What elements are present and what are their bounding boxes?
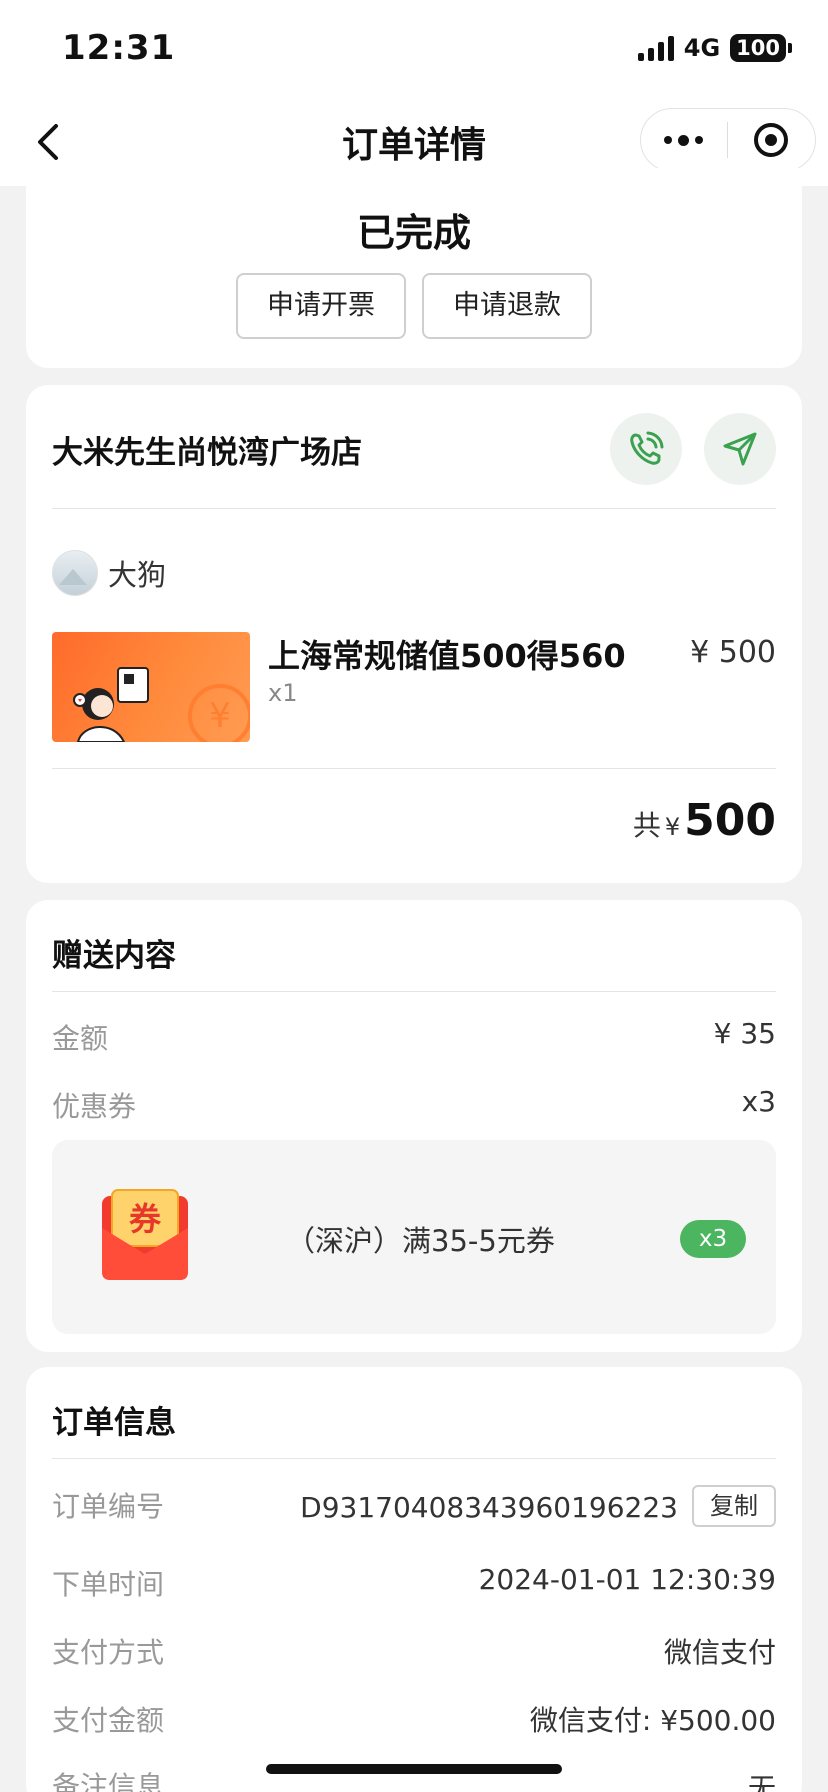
signal-icon (637, 35, 674, 61)
navigation-arrow-icon (723, 432, 757, 466)
avatar (52, 550, 98, 596)
order-total: 共 ¥ 500 (633, 795, 776, 846)
order-status-card: 已完成 申请开票 申请退款 (26, 168, 802, 368)
order-info-title: 订单信息 (52, 1405, 176, 1441)
total-amount: 500 (684, 795, 776, 846)
status-bar: 12:31 4G 100 (0, 0, 828, 98)
product-title: 上海常规储值500得560 (268, 637, 626, 675)
coupon-quantity-badge: x3 (680, 1220, 746, 1258)
user-row: 大狗 (52, 550, 166, 596)
gift-section-title: 赠送内容 (52, 938, 176, 974)
mini-program-capsule (640, 108, 816, 172)
product-image: ¥ (52, 632, 250, 742)
gift-amount-value: ¥ 35 (713, 1017, 776, 1050)
remark-label: 备注信息 (52, 1770, 165, 1792)
order-time-value: 2024-01-01 12:30:39 (478, 1563, 776, 1596)
divider (52, 508, 776, 509)
coupon-icon-text: 券 (129, 1200, 162, 1238)
remark-value: 无 (747, 1772, 776, 1792)
phone-button[interactable] (610, 413, 682, 485)
user-name: 大狗 (108, 558, 167, 592)
order-info-card: 订单信息 订单编号 D93170408343960196223 复制 下单时间 … (26, 1367, 802, 1792)
battery-icon: 100 (730, 34, 792, 62)
store-card: 大米先生尚悦湾广场店 大狗 ¥ 上海常规储值500得560 x1 ¥ 500 共… (26, 385, 802, 883)
more-dots-icon[interactable] (641, 108, 727, 172)
divider (52, 991, 776, 992)
status-indicators: 4G 100 (637, 34, 792, 62)
pay-method-value: 微信支付 (663, 1636, 776, 1669)
order-number-value: D93170408343960196223 (300, 1491, 678, 1524)
divider (52, 1458, 776, 1459)
gift-card: 赠送内容 金额 ¥ 35 优惠券 x3 券 （深沪）满35-5元券 x3 (26, 900, 802, 1352)
product-quantity: x1 (268, 679, 298, 707)
coupon-item[interactable]: 券 （深沪）满35-5元券 x3 (52, 1140, 776, 1334)
order-time-label: 下单时间 (52, 1568, 165, 1601)
apply-refund-button[interactable]: 申请退款 (422, 273, 592, 339)
phone-icon (630, 431, 664, 465)
product-price: ¥ 500 (690, 635, 776, 670)
home-indicator[interactable] (266, 1764, 562, 1774)
total-currency: ¥ (664, 813, 681, 841)
status-time: 12:31 (62, 28, 176, 68)
navigate-button[interactable] (704, 413, 776, 485)
apply-invoice-button[interactable]: 申请开票 (236, 273, 406, 339)
coupon-label: 优惠券 (52, 1090, 137, 1123)
store-name: 大米先生尚悦湾广场店 (52, 435, 362, 471)
gift-amount-label: 金额 (52, 1022, 109, 1055)
status-actions: 申请开票 申请退款 (26, 273, 802, 339)
coupon-envelope-icon: 券 (100, 1188, 190, 1284)
network-label: 4G (683, 34, 721, 62)
copy-button[interactable]: 复制 (692, 1485, 776, 1527)
pay-method-label: 支付方式 (52, 1636, 165, 1669)
total-prefix: 共 (632, 809, 661, 842)
pay-amount-value: 微信支付: ¥500.00 (529, 1704, 776, 1737)
order-number-label: 订单编号 (52, 1490, 165, 1523)
target-circle-icon[interactable] (728, 108, 816, 172)
coin-graphic: ¥ (188, 684, 250, 742)
pay-amount-label: 支付金额 (52, 1704, 165, 1737)
coupon-name: （深沪）满35-5元券 (286, 1224, 555, 1258)
order-status-text: 已完成 (356, 211, 471, 255)
divider (52, 768, 776, 769)
battery-level: 100 (730, 34, 786, 62)
coupon-count: x3 (741, 1085, 776, 1118)
